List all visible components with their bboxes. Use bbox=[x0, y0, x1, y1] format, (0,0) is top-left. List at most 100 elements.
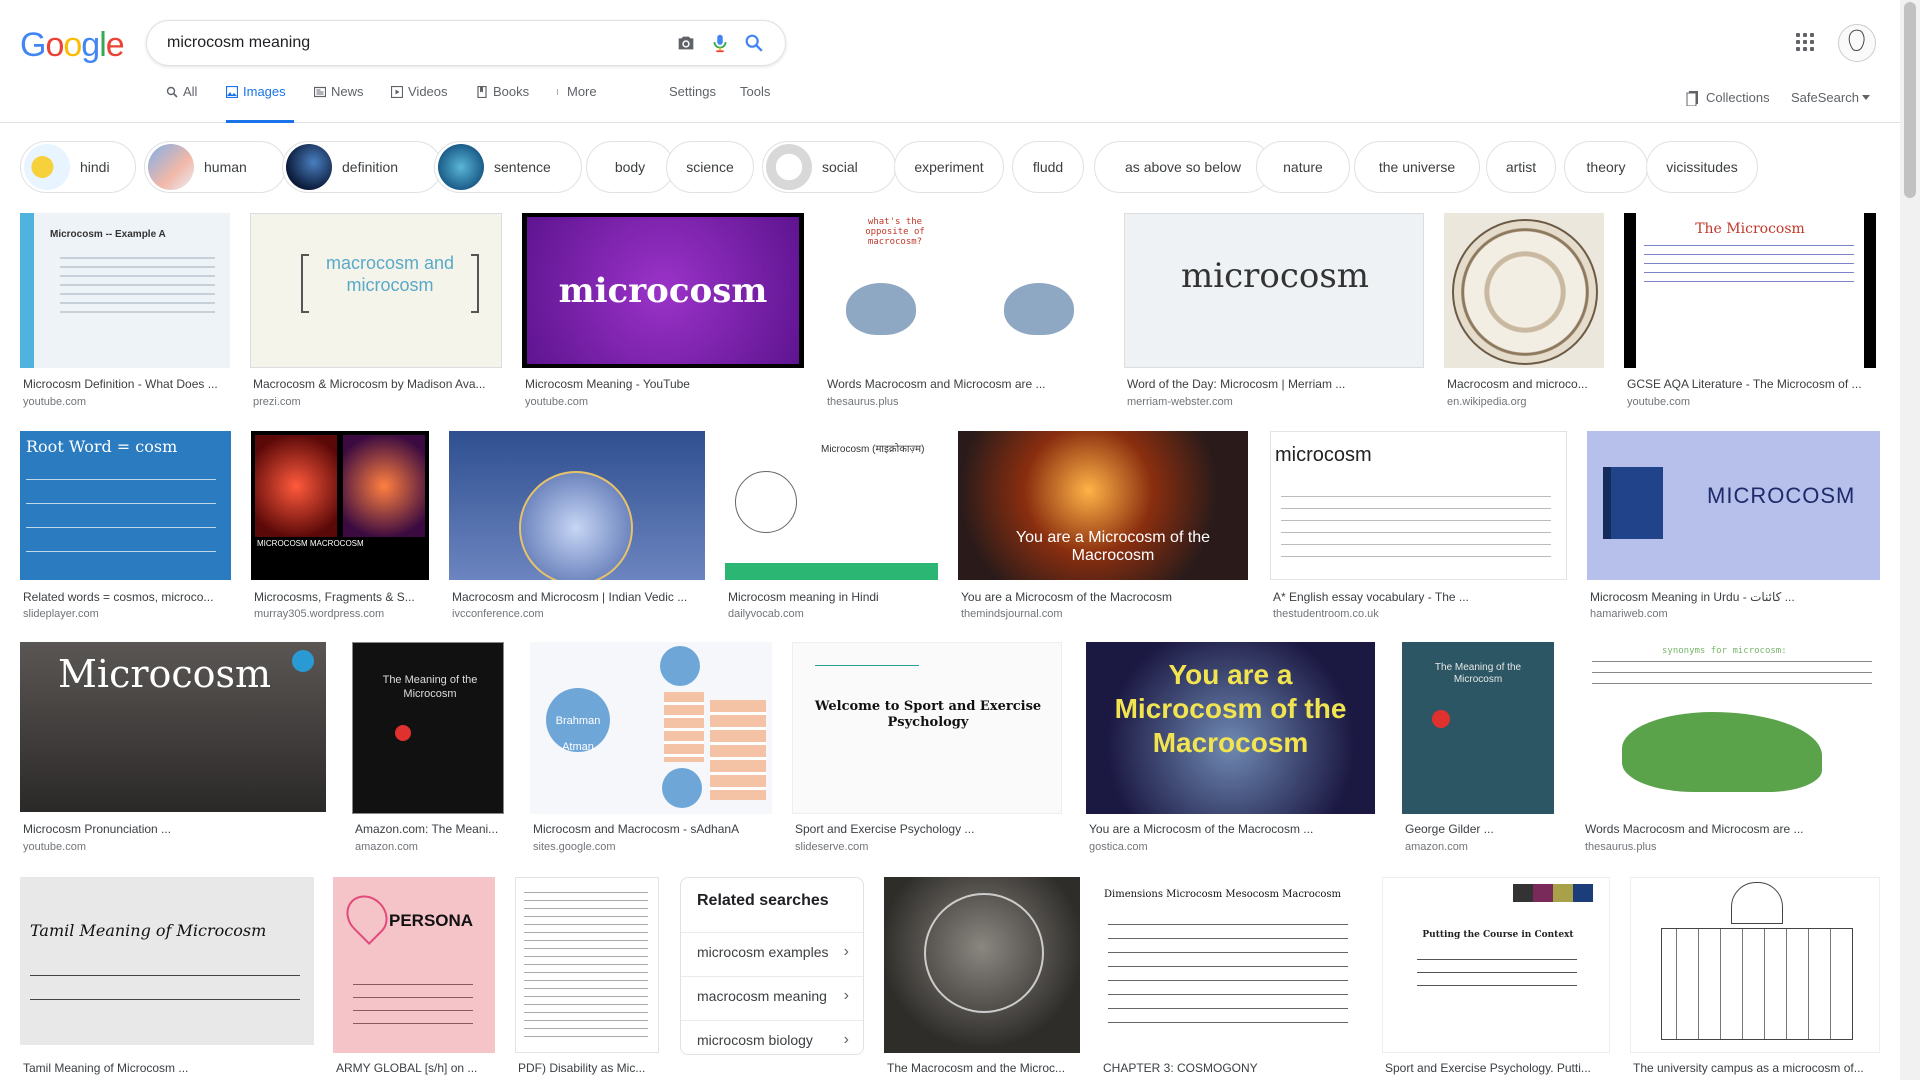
search-input[interactable]: microcosm meaning bbox=[167, 34, 310, 52]
image-result[interactable]: Tamil Meaning of Microcosm Tamil Meaning… bbox=[20, 877, 314, 1077]
chip-body[interactable]: body bbox=[586, 141, 674, 193]
chip-social[interactable]: social bbox=[762, 141, 896, 193]
tab-news[interactable]: News bbox=[314, 84, 370, 120]
image-result[interactable]: Microcosm (माइक्रोकाज़्म) Microcosm mean… bbox=[725, 431, 938, 626]
safesearch-link[interactable]: SafeSearch bbox=[1791, 90, 1859, 105]
result-thumbnail bbox=[884, 877, 1080, 1053]
image-result[interactable]: The Meaning of the Microcosm Amazon.com:… bbox=[352, 642, 504, 864]
chip-nature[interactable]: nature bbox=[1256, 141, 1350, 193]
result-thumbnail bbox=[515, 877, 659, 1053]
related-search-item[interactable]: microcosm examples › bbox=[681, 932, 863, 973]
result-thumbnail: The Microcosm bbox=[1624, 213, 1876, 368]
image-result[interactable]: You are a Microcosm of the Macrocosm You… bbox=[958, 431, 1248, 626]
chip-experiment[interactable]: experiment bbox=[894, 141, 1004, 193]
image-result[interactable]: Welcome to Sport and Exercise Psychology… bbox=[792, 642, 1062, 864]
result-thumbnail: Welcome to Sport and Exercise Psychology bbox=[792, 642, 1062, 814]
chip-as-above-so-below[interactable]: as above so below bbox=[1094, 141, 1272, 193]
image-result[interactable]: Macrocosm and Microcosm | Indian Vedic .… bbox=[449, 431, 705, 626]
news-icon bbox=[314, 86, 326, 98]
image-result[interactable]: PERSONA ARMY GLOBAL [s/h] on ... bbox=[333, 877, 495, 1077]
image-result[interactable]: microcosm A* English essay vocabulary - … bbox=[1270, 431, 1567, 626]
tab-all[interactable]: All bbox=[166, 84, 202, 120]
tab-more[interactable]: More bbox=[556, 84, 606, 120]
chip-human[interactable]: human bbox=[144, 141, 286, 193]
image-result[interactable]: microcosm Microcosm Meaning - YouTube yo… bbox=[522, 213, 804, 413]
result-thumbnail: PERSONA bbox=[333, 877, 495, 1053]
result-thumbnail: Dimensions Microcosm Mesocosm Macrocosm bbox=[1100, 877, 1360, 1053]
chevron-right-icon: › bbox=[843, 943, 849, 960]
result-thumbnail: Tamil Meaning of Microcosm bbox=[20, 877, 314, 1045]
result-thumbnail: Brahman Atman bbox=[530, 642, 772, 814]
image-result[interactable]: Microcosm Microcosm Pronunciation ... yo… bbox=[20, 642, 326, 864]
related-searches-panel: Related searches microcosm examples › ma… bbox=[680, 877, 864, 1055]
tab-videos[interactable]: Videos bbox=[391, 84, 455, 120]
avatar[interactable] bbox=[1838, 24, 1876, 62]
more-icon bbox=[556, 89, 559, 95]
chip-the-universe[interactable]: the universe bbox=[1354, 141, 1480, 193]
image-result[interactable]: Putting the Course in Context Sport and … bbox=[1382, 877, 1610, 1077]
result-thumbnail: Microcosm (माइक्रोकाज़्म) bbox=[725, 431, 938, 580]
microphone-icon[interactable] bbox=[709, 32, 731, 54]
result-thumbnail: You are a Microcosm of the Macrocosm bbox=[1086, 642, 1375, 814]
search-box[interactable]: microcosm meaning bbox=[146, 20, 786, 66]
chip-vicissitudes[interactable]: vicissitudes bbox=[1646, 141, 1758, 193]
image-result[interactable]: Microcosm -- Example A Microcosm Definit… bbox=[20, 213, 230, 413]
chip-theory[interactable]: theory bbox=[1564, 141, 1648, 193]
image-result[interactable]: Brahman Atman Microcosm and Macrocosm - … bbox=[530, 642, 772, 864]
tab-images[interactable]: Images bbox=[226, 84, 294, 123]
chip-definition[interactable]: definition bbox=[282, 141, 442, 193]
related-search-item[interactable]: microcosm biology › bbox=[681, 1020, 863, 1055]
image-result[interactable]: The Macrocosm and the Microc... bbox=[884, 877, 1080, 1077]
image-result[interactable]: The university campus as a microcosm of.… bbox=[1630, 877, 1880, 1077]
camera-icon[interactable] bbox=[675, 32, 697, 54]
book-icon bbox=[477, 86, 487, 98]
chip-hindi[interactable]: hindi bbox=[20, 141, 136, 193]
result-thumbnail: MICROCOSM MACROCOSM bbox=[251, 431, 429, 580]
bookmark-icon bbox=[1686, 91, 1698, 106]
result-thumbnail: microcosm bbox=[1124, 213, 1424, 368]
google-logo[interactable]: Google bbox=[20, 26, 125, 65]
chevron-right-icon: › bbox=[843, 987, 849, 1004]
result-thumbnail bbox=[1444, 213, 1604, 368]
image-result[interactable]: macrocosm and microcosm Macrocosm & Micr… bbox=[250, 213, 502, 413]
result-thumbnail: The Meaning of the Microcosm bbox=[1402, 642, 1554, 814]
chip-science[interactable]: science bbox=[666, 141, 754, 193]
caret-down-icon bbox=[1862, 95, 1870, 100]
tools-link[interactable]: Tools bbox=[740, 84, 770, 99]
result-thumbnail: MICROCOSM bbox=[1587, 431, 1880, 580]
image-result[interactable]: You are a Microcosm of the Macrocosm You… bbox=[1086, 642, 1375, 864]
image-result[interactable]: PDF) Disability as Mic... bbox=[515, 877, 659, 1077]
image-result[interactable]: Dimensions Microcosm Mesocosm Macrocosm … bbox=[1100, 877, 1360, 1077]
result-thumbnail: synonyms for microcosm: bbox=[1582, 642, 1880, 814]
chip-fludd[interactable]: fludd bbox=[1012, 141, 1084, 193]
image-result[interactable]: MICROCOSM MACROCOSM Microcosms, Fragment… bbox=[251, 431, 429, 626]
search-icon[interactable] bbox=[743, 32, 765, 54]
scrollbar[interactable] bbox=[1900, 0, 1920, 1080]
result-thumbnail: Putting the Course in Context bbox=[1382, 877, 1610, 1053]
result-thumbnail: macrocosm and microcosm bbox=[250, 213, 502, 368]
chip-thumbnail bbox=[286, 144, 332, 190]
chip-thumbnail bbox=[438, 144, 484, 190]
image-result[interactable]: The Microcosm GCSE AQA Literature - The … bbox=[1624, 213, 1876, 413]
image-result[interactable]: what's the opposite of macrocosm? Words … bbox=[824, 213, 1104, 413]
chip-artist[interactable]: artist bbox=[1486, 141, 1556, 193]
scrollbar-thumb[interactable] bbox=[1904, 2, 1916, 198]
image-result[interactable]: microcosm Word of the Day: Microcosm | M… bbox=[1124, 213, 1424, 413]
collections-link[interactable]: Collections bbox=[1706, 90, 1770, 105]
result-thumbnail: You are a Microcosm of the Macrocosm bbox=[958, 431, 1248, 580]
image-result[interactable]: Root Word = cosm Related words = cosmos,… bbox=[20, 431, 231, 626]
result-thumbnail: microcosm bbox=[522, 213, 804, 368]
chip-sentence[interactable]: sentence bbox=[434, 141, 582, 193]
related-search-item[interactable]: macrocosm meaning › bbox=[681, 976, 863, 1017]
settings-link[interactable]: Settings bbox=[669, 84, 716, 99]
result-thumbnail: Microcosm bbox=[20, 642, 326, 812]
chip-thumbnail bbox=[766, 144, 812, 190]
chip-thumbnail bbox=[24, 144, 70, 190]
tab-books[interactable]: Books bbox=[476, 84, 534, 120]
image-result[interactable]: The Meaning of the Microcosm George Gild… bbox=[1402, 642, 1554, 864]
image-result[interactable]: synonyms for microcosm: Words Macrocosm … bbox=[1582, 642, 1880, 864]
image-result[interactable]: MICROCOSM Microcosm Meaning in Urdu - کا… bbox=[1587, 431, 1880, 626]
apps-grid-icon[interactable] bbox=[1796, 33, 1814, 51]
result-thumbnail: The Meaning of the Microcosm bbox=[352, 642, 504, 814]
image-result[interactable]: Macrocosm and microco... en.wikipedia.or… bbox=[1444, 213, 1604, 413]
